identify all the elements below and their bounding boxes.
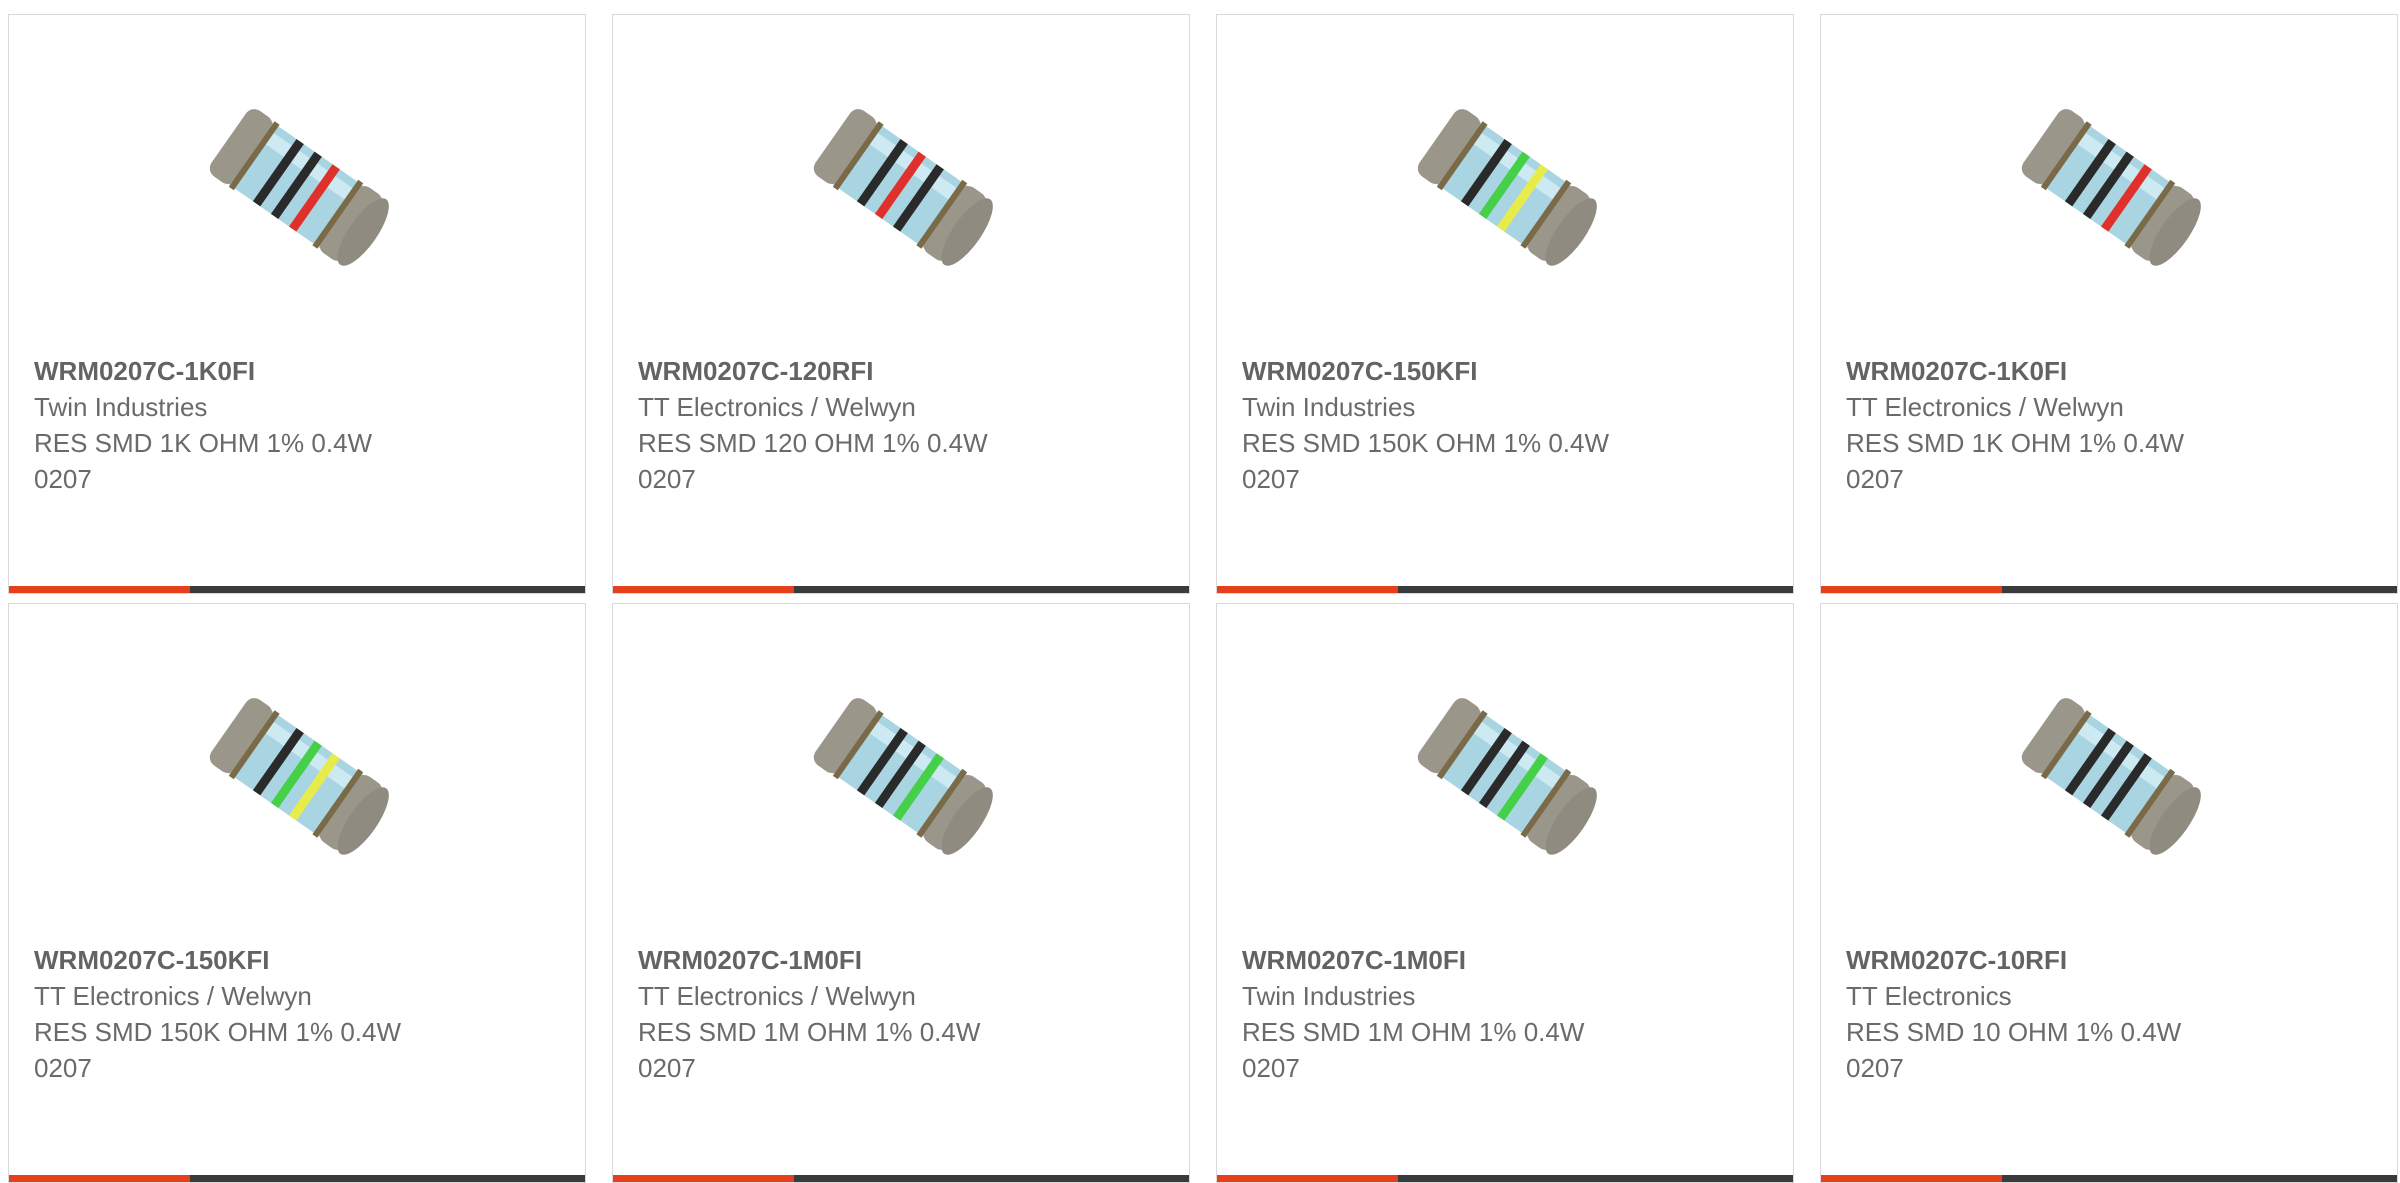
product-info: WRM0207C-1M0FI TT Electronics / Welwyn R… bbox=[638, 942, 1169, 1086]
part-number[interactable]: WRM0207C-120RFI bbox=[638, 353, 1169, 389]
product-grid: WRM0207C-1K0FI Twin Industries RES SMD 1… bbox=[0, 0, 2400, 1183]
part-number[interactable]: WRM0207C-1M0FI bbox=[638, 942, 1169, 978]
card-accent-bar bbox=[9, 586, 585, 593]
card-accent-bar bbox=[613, 1175, 1189, 1182]
description: RES SMD 150K OHM 1% 0.4W 0207 bbox=[1242, 428, 1609, 494]
part-number[interactable]: WRM0207C-150KFI bbox=[1242, 353, 1773, 389]
resistor-icon bbox=[209, 698, 389, 855]
part-number[interactable]: WRM0207C-150KFI bbox=[34, 942, 565, 978]
accent-segment bbox=[1217, 1175, 1398, 1182]
manufacturer: Twin Industries bbox=[34, 392, 208, 422]
accent-segment bbox=[9, 586, 190, 593]
description: RES SMD 1K OHM 1% 0.4W 0207 bbox=[1846, 428, 2185, 494]
manufacturer: Twin Industries bbox=[1242, 981, 1416, 1011]
resistor-icon bbox=[813, 698, 993, 855]
part-number[interactable]: WRM0207C-1K0FI bbox=[34, 353, 565, 389]
resistor-icon bbox=[2021, 698, 2201, 855]
resistor-icon bbox=[813, 109, 993, 266]
accent-segment bbox=[9, 1175, 190, 1182]
product-card[interactable]: WRM0207C-1M0FI TT Electronics / Welwyn R… bbox=[612, 603, 1190, 1183]
accent-segment bbox=[613, 586, 794, 593]
card-accent-bar bbox=[1821, 1175, 2397, 1182]
product-card[interactable]: WRM0207C-1M0FI Twin Industries RES SMD 1… bbox=[1216, 603, 1794, 1183]
manufacturer: TT Electronics / Welwyn bbox=[1846, 392, 2124, 422]
card-accent-bar bbox=[1217, 1175, 1793, 1182]
accent-segment bbox=[1217, 586, 1398, 593]
accent-segment bbox=[613, 1175, 794, 1182]
manufacturer: TT Electronics / Welwyn bbox=[34, 981, 312, 1011]
card-accent-bar bbox=[9, 1175, 585, 1182]
description: RES SMD 1M OHM 1% 0.4W 0207 bbox=[638, 1017, 981, 1083]
product-card[interactable]: WRM0207C-10RFI TT Electronics RES SMD 10… bbox=[1820, 603, 2398, 1183]
manufacturer: TT Electronics / Welwyn bbox=[638, 981, 916, 1011]
description: RES SMD 10 OHM 1% 0.4W 0207 bbox=[1846, 1017, 2182, 1083]
description: RES SMD 1K OHM 1% 0.4W 0207 bbox=[34, 428, 373, 494]
description: RES SMD 1M OHM 1% 0.4W 0207 bbox=[1242, 1017, 1585, 1083]
part-number[interactable]: WRM0207C-1M0FI bbox=[1242, 942, 1773, 978]
resistor-icon bbox=[2021, 109, 2201, 266]
product-info: WRM0207C-1K0FI Twin Industries RES SMD 1… bbox=[34, 353, 565, 497]
card-accent-bar bbox=[1821, 586, 2397, 593]
product-info: WRM0207C-10RFI TT Electronics RES SMD 10… bbox=[1846, 942, 2377, 1086]
product-card[interactable]: WRM0207C-150KFI TT Electronics / Welwyn … bbox=[8, 603, 586, 1183]
resistor-icon bbox=[1417, 698, 1597, 855]
resistor-icon bbox=[1417, 109, 1597, 266]
product-info: WRM0207C-150KFI Twin Industries RES SMD … bbox=[1242, 353, 1773, 497]
product-card[interactable]: WRM0207C-1K0FI Twin Industries RES SMD 1… bbox=[8, 14, 586, 594]
part-number[interactable]: WRM0207C-10RFI bbox=[1846, 942, 2377, 978]
product-card[interactable]: WRM0207C-150KFI Twin Industries RES SMD … bbox=[1216, 14, 1794, 594]
product-info: WRM0207C-1K0FI TT Electronics / Welwyn R… bbox=[1846, 353, 2377, 497]
product-info: WRM0207C-120RFI TT Electronics / Welwyn … bbox=[638, 353, 1169, 497]
manufacturer: TT Electronics bbox=[1846, 981, 2012, 1011]
accent-segment bbox=[1821, 1175, 2002, 1182]
product-info: WRM0207C-1M0FI Twin Industries RES SMD 1… bbox=[1242, 942, 1773, 1086]
card-accent-bar bbox=[1217, 586, 1793, 593]
manufacturer: TT Electronics / Welwyn bbox=[638, 392, 916, 422]
product-card[interactable]: WRM0207C-1K0FI TT Electronics / Welwyn R… bbox=[1820, 14, 2398, 594]
card-accent-bar bbox=[613, 586, 1189, 593]
product-card[interactable]: WRM0207C-120RFI TT Electronics / Welwyn … bbox=[612, 14, 1190, 594]
product-info: WRM0207C-150KFI TT Electronics / Welwyn … bbox=[34, 942, 565, 1086]
manufacturer: Twin Industries bbox=[1242, 392, 1416, 422]
part-number[interactable]: WRM0207C-1K0FI bbox=[1846, 353, 2377, 389]
description: RES SMD 120 OHM 1% 0.4W 0207 bbox=[638, 428, 988, 494]
resistor-icon bbox=[209, 109, 389, 266]
description: RES SMD 150K OHM 1% 0.4W 0207 bbox=[34, 1017, 401, 1083]
accent-segment bbox=[1821, 586, 2002, 593]
